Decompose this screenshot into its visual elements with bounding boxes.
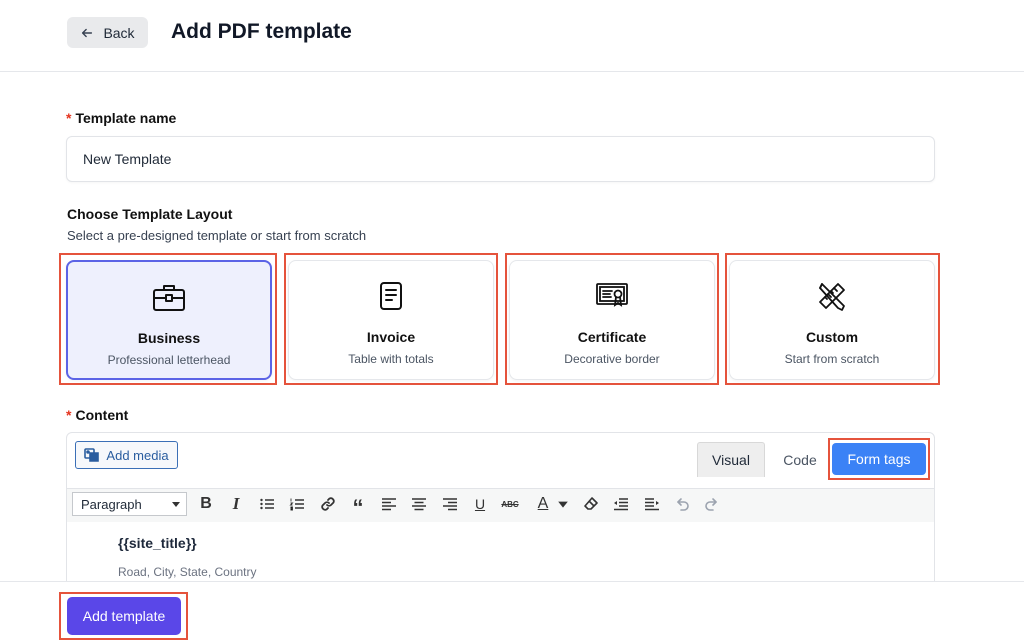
site-title-placeholder: {{site_title}} [118, 535, 197, 551]
outdent-icon[interactable] [611, 494, 631, 514]
form-tags-button[interactable]: Form tags [832, 443, 926, 475]
media-icon [84, 448, 100, 462]
layout-card-title: Business [137, 330, 201, 346]
back-label: Back [103, 24, 135, 41]
align-left-icon[interactable] [379, 494, 399, 514]
text-color-icon[interactable]: A [531, 494, 555, 514]
bold-icon[interactable]: B [196, 494, 216, 514]
layout-card-desc: Table with totals [348, 352, 434, 366]
eraser-icon[interactable] [581, 494, 601, 514]
numbered-list-icon[interactable] [287, 494, 307, 514]
layout-label: Choose Template Layout [67, 206, 233, 222]
layout-card-title: Custom [805, 329, 859, 345]
format-select[interactable]: Paragraph [72, 492, 187, 516]
layout-subtext: Select a pre-designed template or start … [67, 228, 367, 243]
undo-icon[interactable] [672, 494, 692, 514]
required-mark: * [66, 110, 72, 126]
briefcase-icon [152, 280, 186, 314]
blockquote-icon[interactable]: “ [348, 494, 368, 520]
layout-card-invoice[interactable]: Invoice Table with totals [288, 260, 494, 380]
add-media-button[interactable]: Add media [75, 441, 178, 469]
content-label: * Content [66, 407, 129, 423]
bullet-list-icon[interactable] [257, 494, 277, 514]
layout-card-desc: Professional letterhead [107, 353, 231, 367]
tab-visual[interactable]: Visual [697, 442, 765, 477]
align-right-icon[interactable] [440, 494, 460, 514]
template-name-input[interactable] [66, 136, 935, 182]
layout-card-title: Invoice [366, 329, 416, 345]
template-name-label: * Template name [66, 110, 177, 126]
layout-card-business[interactable]: Business Professional letterhead [66, 260, 272, 380]
chevron-down-icon[interactable] [557, 494, 569, 514]
link-icon[interactable] [318, 494, 338, 514]
layout-card-desc: Decorative border [564, 352, 660, 366]
layout-card-certificate[interactable]: Certificate Decorative border [509, 260, 715, 380]
document-icon [374, 279, 408, 313]
certificate-icon [595, 279, 629, 313]
page-title: Add PDF template [171, 20, 352, 43]
add-media-label: Add media [106, 447, 169, 463]
chevron-down-icon [172, 502, 180, 507]
layout-card-custom[interactable]: Custom Start from scratch [729, 260, 935, 380]
underline-icon[interactable]: U [470, 494, 490, 514]
add-template-button[interactable]: Add template [67, 597, 181, 635]
strikethrough-icon[interactable]: ABC [500, 494, 520, 514]
italic-icon[interactable]: I [226, 494, 246, 514]
indent-icon[interactable] [642, 494, 662, 514]
arrow-left-icon [82, 28, 93, 37]
redo-icon[interactable] [702, 494, 722, 514]
address-text: Road, City, State, Country [118, 565, 257, 579]
required-mark: * [66, 407, 72, 423]
format-select-value: Paragraph [81, 496, 142, 512]
layout-card-title: Certificate [577, 329, 647, 345]
page-header: Back Add PDF template [0, 0, 1024, 72]
tab-code[interactable]: Code [772, 442, 828, 477]
back-button[interactable]: Back [67, 17, 148, 48]
layout-card-desc: Start from scratch [784, 352, 880, 366]
align-center-icon[interactable] [409, 494, 429, 514]
pencil-ruler-icon [815, 279, 849, 313]
